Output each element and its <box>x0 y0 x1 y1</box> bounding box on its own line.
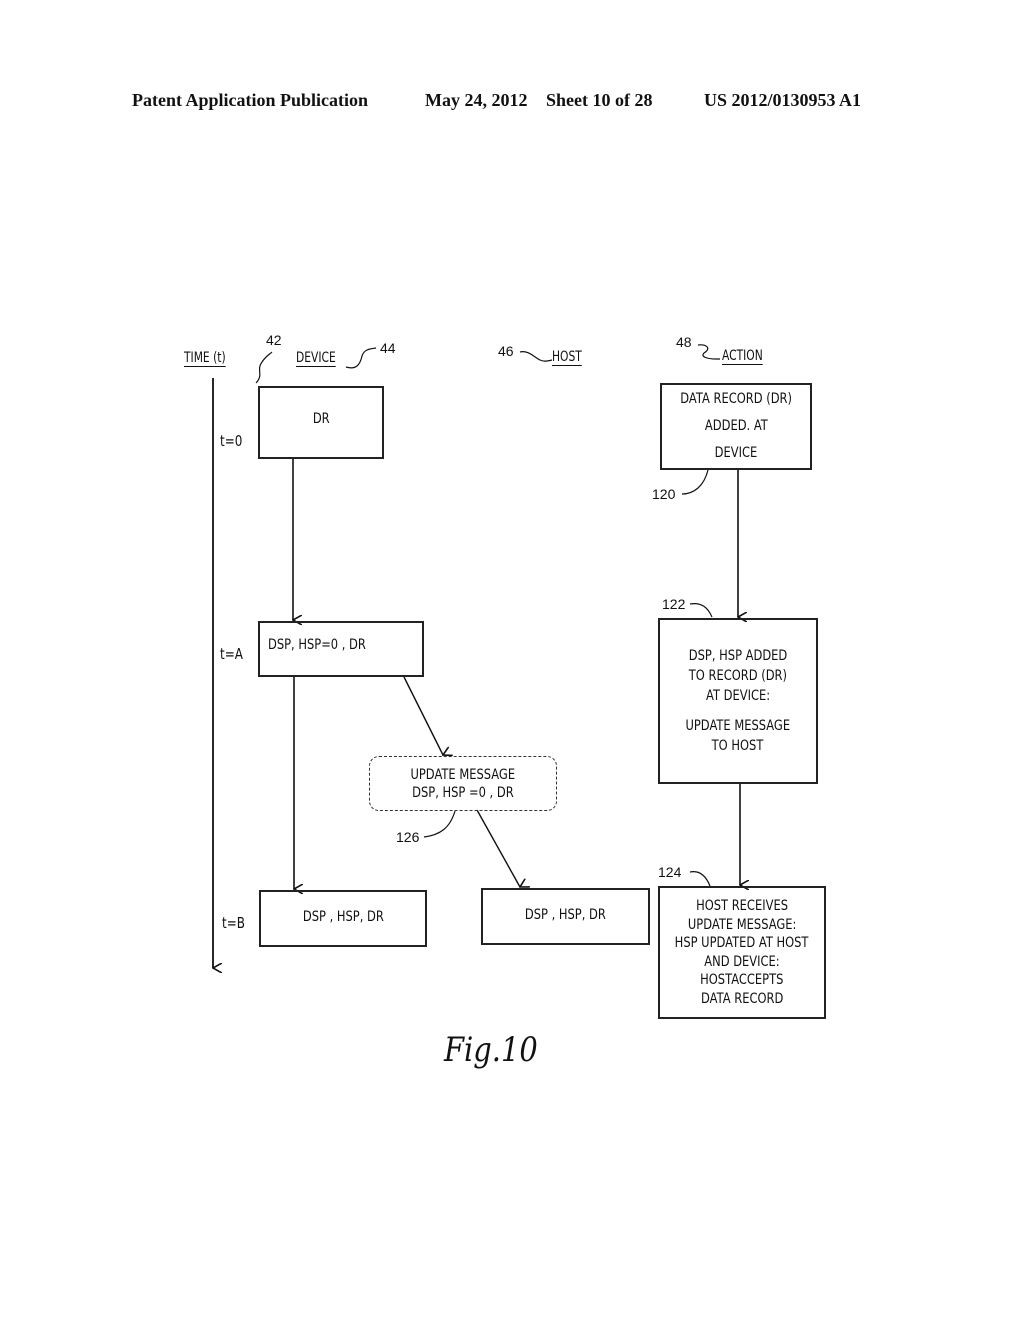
action-124-line-3: HSP UPDATED AT HOST <box>675 935 809 951</box>
leader-124 <box>689 871 711 887</box>
update-message-line-1: UPDATE MESSAGE <box>410 766 516 783</box>
time-label-tB: t=B <box>222 914 245 932</box>
leader-120 <box>681 469 709 495</box>
host-state-tB: DSP , HSP, DR <box>481 888 650 945</box>
action-124-line-5: HOSTACCEPTS <box>700 972 784 988</box>
leader-122 <box>689 603 713 618</box>
ref-124: 124 <box>658 864 682 880</box>
diagram-connectors <box>0 344 1024 1320</box>
action-122-line-5: UPDATE MESSAGE <box>685 718 791 734</box>
action-box-122: DSP, HSP ADDED TO RECORD (DR) AT DEVICE:… <box>658 618 818 784</box>
device-state-t0-text: DR <box>312 410 330 427</box>
ref-46: 46 <box>498 343 514 359</box>
leader-42 <box>255 351 273 384</box>
ref-48: 48 <box>676 334 692 350</box>
action-122-line-6: TO HOST <box>712 738 764 754</box>
ref-120: 120 <box>652 486 676 502</box>
host-state-tB-text: DSP , HSP, DR <box>525 906 606 923</box>
column-header-device: DEVICE <box>296 350 336 366</box>
leader-46 <box>519 351 553 362</box>
ref-42: 42 <box>266 332 282 348</box>
leader-126 <box>423 810 456 838</box>
action-124-line-4: AND DEVICE: <box>704 953 780 970</box>
device-state-tA: DSP, HSP=0 , DR <box>258 621 424 677</box>
action-124-line-1: HOST RECEIVES <box>696 898 788 914</box>
time-label-tA: t=A <box>220 645 243 663</box>
action-122-line-2: TO RECORD (DR) <box>688 668 788 684</box>
device-state-tB: DSP , HSP, DR <box>259 890 427 947</box>
action-122-line-3: AT DEVICE: <box>705 688 771 704</box>
action-124-line-2: UPDATE MESSAGE: <box>687 916 797 933</box>
device-state-t0: DR <box>258 386 384 459</box>
ref-44: 44 <box>380 340 396 356</box>
update-message-line-2: DSP, HSP =0 , DR <box>412 784 514 801</box>
column-header-action: ACTION <box>722 348 763 364</box>
action-120-line-2: ADDED. AT <box>704 418 768 434</box>
action-box-120: DATA RECORD (DR) ADDED. AT DEVICE <box>660 383 812 470</box>
action-122-line-1: DSP, HSP ADDED <box>688 648 788 664</box>
time-label-t0: t=0 <box>220 432 243 450</box>
leader-48 <box>697 344 720 360</box>
ref-122: 122 <box>662 596 686 612</box>
column-header-host: HOST <box>552 349 582 365</box>
action-124-line-6: DATA RECORD <box>700 990 784 1007</box>
leader-44 <box>345 347 377 369</box>
action-120-line-1: DATA RECORD (DR) <box>680 391 792 407</box>
action-120-line-3: DEVICE <box>714 445 758 461</box>
ref-126: 126 <box>396 829 420 845</box>
column-header-time: TIME (t) <box>184 350 226 366</box>
arrow-message-to-host <box>476 809 520 887</box>
action-box-124: HOST RECEIVES UPDATE MESSAGE: HSP UPDATE… <box>658 886 826 1019</box>
arrow-device-to-message <box>403 676 443 755</box>
figure-caption: Fig.10 <box>444 1030 538 1070</box>
device-state-tA-text: DSP, HSP=0 , DR <box>268 637 366 653</box>
update-message-bubble: UPDATE MESSAGE DSP, HSP =0 , DR <box>369 756 557 811</box>
device-state-tB-text: DSP , HSP, DR <box>302 908 384 925</box>
